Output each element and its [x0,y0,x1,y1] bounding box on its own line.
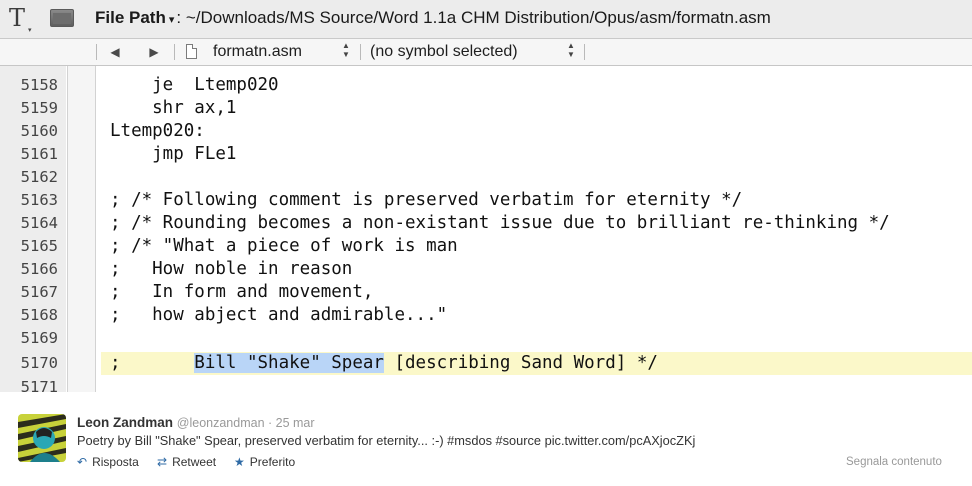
favorite-label: Preferito [249,455,296,469]
line-number: 5158 [20,76,58,94]
file-path: File Path ▾: ~/Downloads/MS Source/Word 1… [95,7,771,31]
code-text[interactable]: Ltemp020: [110,120,205,143]
back-arrow-icon[interactable]: ◀ [104,42,126,62]
star-icon: ★ [234,455,245,469]
tweet: Leon Zandman @leonzandman · 25 mar Poetr… [0,393,972,486]
code-editor[interactable]: 5158 je Ltemp020 5159 shr ax,1 5160 Ltem… [0,66,972,392]
code-line[interactable]: 5169 [0,327,972,350]
line-number: 5165 [20,237,58,255]
code-text[interactable]: ; /* Rounding becomes a non-existant iss… [110,212,890,235]
line-number: 5162 [20,168,58,186]
file-path-label[interactable]: File Path [95,8,166,27]
retweet-icon: ⇄ [157,455,168,469]
line-number: 5166 [20,260,58,278]
code-text[interactable]: ; In form and movement, [110,281,373,304]
line-number: 5170 [20,354,58,372]
document-icon [186,44,197,59]
code-line[interactable]: 5161 jmp FLe1 [0,143,972,166]
code-line[interactable]: 5166 ; How noble in reason [0,258,972,281]
tweet-separator: · [264,416,276,430]
code-text[interactable]: ; /* Following comment is preserved verb… [110,189,742,212]
tweet-date[interactable]: 25 mar [276,416,315,430]
line-number: 5161 [20,145,58,163]
window-icon[interactable] [50,9,74,27]
code-line[interactable]: 5160 Ltemp020: [0,120,972,143]
code-line-current[interactable]: 5170 ; Bill "Shake" Spear [describing Sa… [0,352,972,375]
code-text[interactable]: ; Bill "Shake" Spear [describing Sand Wo… [110,352,658,375]
code-line[interactable]: 5163 ; /* Following comment is preserved… [0,189,972,212]
code-line[interactable]: 5162 [0,166,972,189]
tweet-text: Poetry by Bill "Shake" Spear, preserved … [77,433,696,448]
line-number: 5169 [20,329,58,347]
navigation-bar: ◀ ▶ formatn.asm ▲ ▼ (no symbol selected) … [0,39,972,66]
code-line[interactable]: 5159 shr ax,1 [0,97,972,120]
line-number: 5168 [20,306,58,324]
avatar[interactable] [18,414,66,462]
tweet-author-name[interactable]: Leon Zandman [77,415,173,430]
code-line[interactable]: 5165 ; /* "What a piece of work is man [0,235,972,258]
code-text-after-selection: [describing Sand Word] */ [383,353,658,373]
tweet-header: Leon Zandman @leonzandman · 25 mar [77,414,315,432]
line-number: 5167 [20,283,58,301]
code-line[interactable]: 5158 je Ltemp020 [0,74,972,97]
favorite-button[interactable]: ★ Preferito [234,454,295,470]
code-text[interactable]: shr ax,1 [110,97,236,120]
code-text[interactable]: jmp FLe1 [110,143,236,166]
divider [174,44,175,60]
divider [360,44,361,60]
report-link[interactable]: Segnala contenuto [846,454,942,470]
symbol-selector-updown-icon[interactable]: ▲ ▼ [566,41,576,61]
code-line[interactable]: 5171 [0,376,972,392]
line-number: 5163 [20,191,58,209]
symbol-selector[interactable]: (no symbol selected) [370,42,518,62]
divider [584,44,585,60]
text-format-icon[interactable]: T ▾ [9,5,35,34]
forward-arrow-icon[interactable]: ▶ [143,42,165,62]
file-selector-updown-icon[interactable]: ▲ ▼ [341,41,351,61]
code-text-before-selection: ; [110,353,195,373]
code-text[interactable]: ; /* "What a piece of work is man [110,235,458,258]
line-number: 5160 [20,122,58,140]
reply-button[interactable]: ↶ Risposta [77,454,139,470]
code-line[interactable]: 5168 ; how abject and admirable..." [0,304,972,327]
line-number: 5159 [20,99,58,117]
chevron-down-icon[interactable]: ▾ [169,14,175,26]
file-path-value: : ~/Downloads/MS Source/Word 1.1a CHM Di… [176,8,771,27]
code-line[interactable]: 5164 ; /* Rounding becomes a non-existan… [0,212,972,235]
reply-label: Risposta [92,455,139,469]
reply-icon: ↶ [77,455,88,469]
title-bar: T ▾ File Path ▾: ~/Downloads/MS Source/Wor… [0,0,972,39]
code-text[interactable]: je Ltemp020 [110,74,278,97]
code-text[interactable]: ; how abject and admirable..." [110,304,447,327]
selected-text[interactable]: Bill "Shake" Spear [194,353,384,373]
retweet-button[interactable]: ⇄ Retweet [157,454,216,470]
line-number: 5164 [20,214,58,232]
file-selector[interactable]: formatn.asm [213,42,302,62]
divider [96,44,97,60]
line-number: 5171 [20,378,58,392]
retweet-label: Retweet [172,455,217,469]
code-text[interactable]: ; How noble in reason [110,258,352,281]
code-line[interactable]: 5167 ; In form and movement, [0,281,972,304]
tweet-author-handle[interactable]: @leonzandman [177,416,265,430]
